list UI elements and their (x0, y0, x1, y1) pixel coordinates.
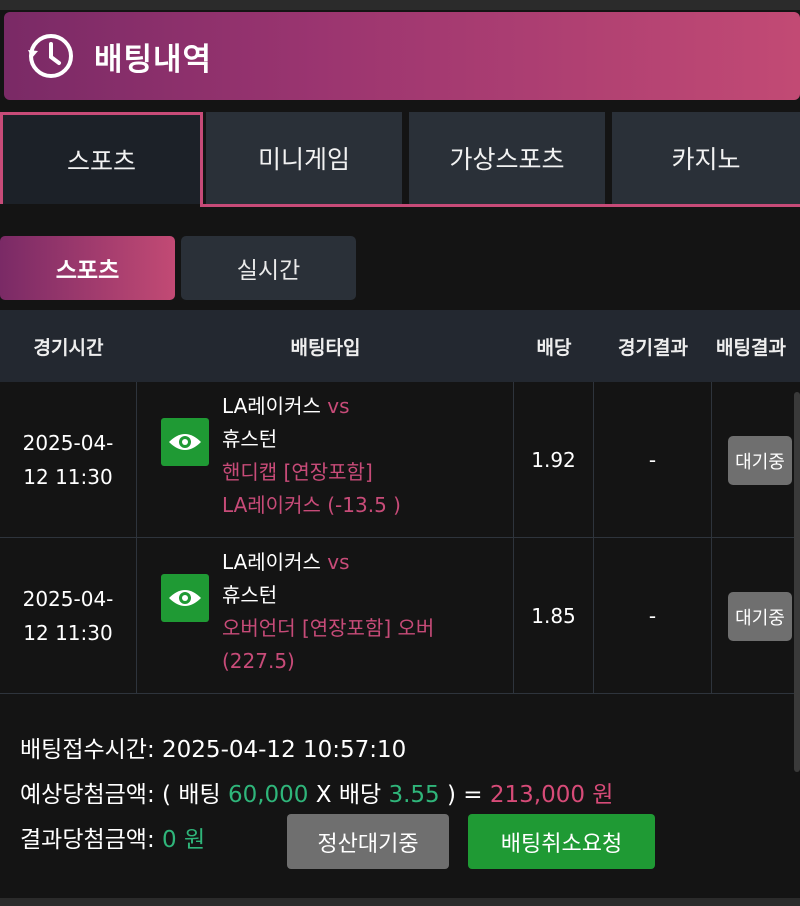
bet-result-cell: 대기중 (712, 538, 800, 694)
game-time: 12 11:30 (23, 621, 113, 645)
odds-cell: 1.92 (514, 382, 594, 538)
col-bet-result: 배팅결과 (716, 336, 786, 359)
game-time-cell: 2025-04- 12 11:30 (0, 538, 137, 694)
vs-label: vs (327, 550, 350, 574)
tab-underline (200, 204, 800, 207)
status-badge: 대기중 (728, 592, 792, 641)
open-paren: ( 배팅 (162, 782, 221, 808)
bet-pick: LA레이커스 (-13.5 ) (222, 493, 401, 517)
view-details-button[interactable] (161, 574, 209, 622)
expected-win-line: 예상당첨금액: ( 배팅 60,000 X 배당 3.55 ) = 213,00… (20, 773, 790, 818)
scrollbar[interactable] (794, 392, 800, 772)
tab-minigame[interactable]: 미니게임 (206, 112, 402, 204)
cancel-bet-button[interactable]: 배팅취소요청 (468, 814, 655, 869)
tab-casino[interactable]: 카지노 (612, 112, 800, 204)
away-team: 휴스턴 (222, 427, 278, 451)
bet-pick: (227.5) (222, 649, 295, 673)
game-time-cell: 2025-04- 12 11:30 (0, 382, 137, 538)
game-date: 2025-04- (22, 431, 114, 455)
eye-icon (169, 590, 201, 606)
received-time: 2025-04-12 10:57:10 (162, 737, 407, 763)
tab-sports[interactable]: 스포츠 (0, 112, 203, 204)
table-header: 경기시간 배팅타입 배당 경기결과 배팅결과 (0, 310, 800, 382)
received-label: 배팅접수시간: (20, 737, 155, 763)
received-time-line: 배팅접수시간: 2025-04-12 10:57:10 (20, 728, 790, 773)
view-details-button[interactable] (161, 418, 209, 466)
table-row: 2025-04- 12 11:30 LA레이커스 vs 휴스턴 오버언더 [연장포… (0, 538, 800, 694)
subtab-live[interactable]: 실시간 (181, 236, 356, 300)
tab-virtual-sports[interactable]: 가상스포츠 (409, 112, 605, 204)
game-date: 2025-04- (22, 587, 114, 611)
game-time: 12 11:30 (23, 465, 113, 489)
bet-type-cell: LA레이커스 vs 휴스턴 핸디캡 [연장포함] LA레이커스 (-13.5 ) (137, 382, 514, 538)
bet-market: 핸디캡 [연장포함] (222, 460, 373, 484)
history-clock-icon (28, 34, 73, 78)
subtab-sports[interactable]: 스포츠 (0, 236, 175, 300)
expected-label: 예상당첨금액: (20, 782, 155, 808)
top-strip (0, 0, 800, 10)
status-badge: 대기중 (728, 436, 792, 485)
result-amount: 0 원 (162, 827, 206, 853)
col-odds: 배당 (536, 336, 572, 359)
page-title: 배팅내역 (94, 41, 213, 78)
game-result-cell: - (594, 382, 712, 538)
table-row: 2025-04- 12 11:30 LA레이커스 vs 휴스턴 핸디캡 [연장포함… (0, 382, 800, 538)
col-bet-type: 배팅타입 (290, 336, 361, 359)
away-team: 휴스턴 (222, 583, 278, 607)
home-team: LA레이커스 (222, 394, 321, 418)
bet-history-table: 경기시간 배팅타입 배당 경기결과 배팅결과 2025-04- 12 11:30 … (0, 310, 800, 694)
page-header: 배팅내역 (4, 12, 800, 100)
bet-result-cell: 대기중 (712, 382, 800, 538)
total-odds: 3.55 (388, 782, 440, 808)
settle-pending-button[interactable]: 정산대기중 (287, 814, 449, 869)
times-label: X 배당 (315, 782, 382, 808)
bottom-strip (0, 898, 800, 906)
eye-icon (169, 434, 201, 450)
game-result-cell: - (594, 538, 712, 694)
bet-type-cell: LA레이커스 vs 휴스턴 오버언더 [연장포함] 오버 (227.5) (137, 538, 514, 694)
home-team: LA레이커스 (222, 550, 321, 574)
bet-amount: 60,000 (227, 782, 309, 808)
equals-label: ) = (446, 782, 483, 808)
bet-info: LA레이커스 vs 휴스턴 오버언더 [연장포함] 오버 (227.5) (222, 546, 507, 678)
col-game-time: 경기시간 (33, 336, 104, 359)
col-game-result: 경기결과 (618, 336, 688, 359)
bet-market: 오버언더 [연장포함] 오버 (222, 616, 435, 640)
category-tabs: 스포츠 미니게임 가상스포츠 카지노 (0, 112, 800, 208)
result-label: 결과당첨금액: (20, 827, 155, 853)
odds-cell: 1.85 (514, 538, 594, 694)
vs-label: vs (327, 394, 350, 418)
expected-win-amount: 213,000 원 (489, 782, 614, 808)
bet-info: LA레이커스 vs 휴스턴 핸디캡 [연장포함] LA레이커스 (-13.5 ) (222, 390, 507, 522)
